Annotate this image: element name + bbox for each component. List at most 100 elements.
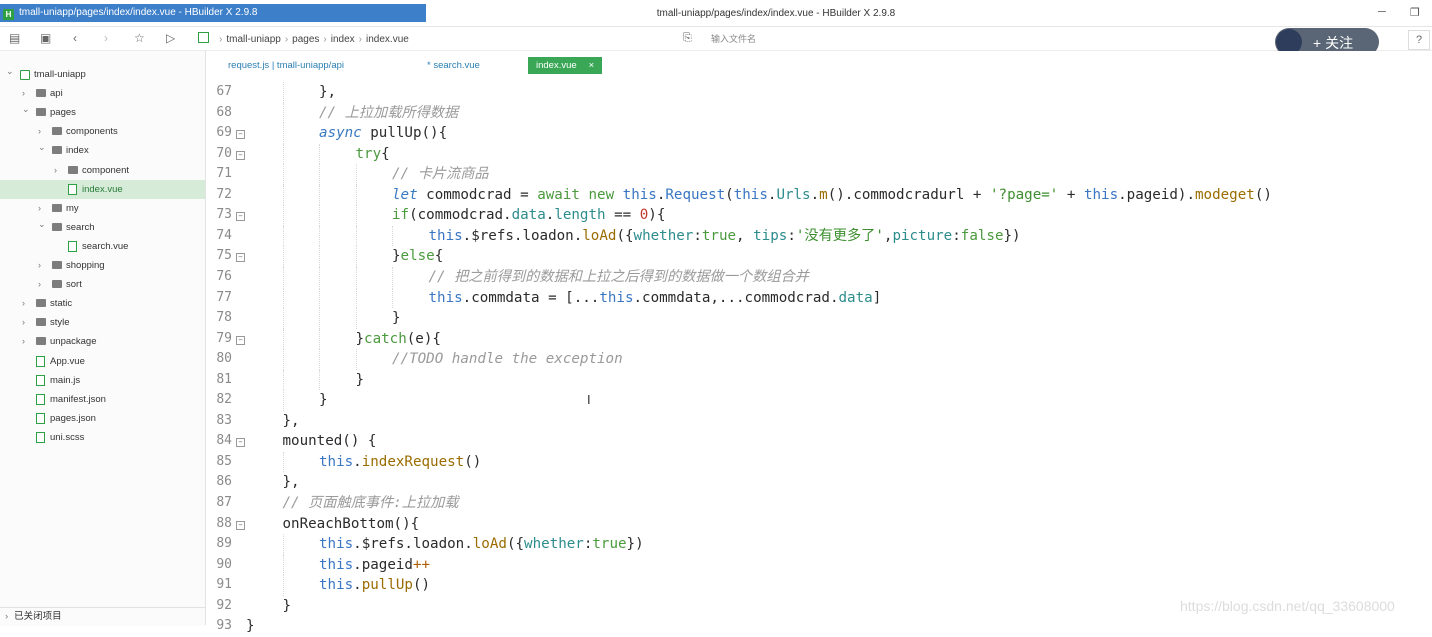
line-number: 88 [216, 515, 232, 531]
save-icon[interactable]: ▣ [40, 31, 51, 45]
tree-item-manifest-json[interactable]: manifest.json [0, 390, 205, 409]
code-line[interactable]: 69− async pullUp(){ [206, 123, 1432, 144]
tree-item-sort[interactable]: › sort [0, 275, 205, 294]
code-line[interactable]: 73− if(commodcrad.data.length == 0){ [206, 205, 1432, 226]
title-bar: Htmall-uniapp/pages/index/index.vue - HB… [0, 0, 1432, 27]
new-file-icon[interactable]: ▤ [9, 31, 20, 45]
breadcrumb: › tmall-uniapp › pages › index › index.vue [198, 32, 409, 45]
tree-item-index[interactable]: ⌄ index [0, 141, 205, 160]
forward-icon[interactable]: › [104, 31, 108, 45]
indent-guide [282, 143, 284, 165]
fold-toggle-icon[interactable]: − [236, 150, 245, 160]
code-line[interactable]: 70− try{ [206, 143, 1432, 165]
run-icon[interactable]: ▷ [166, 31, 175, 45]
breadcrumb-index[interactable]: index [331, 34, 355, 45]
line-number: 71 [216, 166, 232, 182]
chevron-down-icon[interactable]: ⌄ [38, 215, 46, 234]
chevron-right-icon[interactable]: › [38, 275, 41, 294]
fold-toggle-icon[interactable]: − [236, 253, 245, 263]
code-line[interactable]: 79−}catch(e){ [206, 328, 1432, 350]
tree-item-pages-json[interactable]: pages.json [0, 409, 205, 428]
chevron-down-icon[interactable]: ⌄ [38, 138, 46, 157]
tree-item-static[interactable]: › static [0, 294, 205, 313]
folder-icon [36, 108, 46, 117]
folder-icon [52, 222, 62, 231]
chevron-right-icon[interactable]: › [38, 256, 41, 275]
tree-item-label: components [66, 126, 118, 138]
chevron-right-icon[interactable]: › [22, 294, 25, 313]
tab-search-vue[interactable]: * search.vue [427, 57, 480, 74]
tree-item-tmall-uniapp[interactable]: ⌄ tmall-uniapp [0, 65, 205, 84]
code-line[interactable]: 88− onReachBottom(){ [206, 514, 1432, 535]
code-line[interactable]: 91 this.pullUp() [206, 575, 1432, 596]
chevron-down-icon[interactable]: ⌄ [22, 100, 30, 119]
fold-toggle-icon[interactable]: − [236, 212, 245, 222]
chevron-right-icon[interactable]: › [54, 161, 57, 180]
chevron-right-icon[interactable]: › [22, 332, 25, 351]
help-button[interactable]: ? [1408, 30, 1430, 50]
code-line[interactable]: 84− mounted() { [206, 431, 1432, 452]
star-icon[interactable]: ☆ [134, 31, 145, 45]
code-line[interactable]: 76 // 把之前得到的数据和上拉之后得到的数据做一个数组合并 [206, 266, 1432, 288]
code-line[interactable]: 80 //TODO handle the exception [206, 349, 1432, 370]
tree-item-my[interactable]: › my [0, 199, 205, 218]
tree-item-search-vue[interactable]: search.vue [0, 237, 205, 256]
tab-request-js[interactable]: request.js | tmall-uniapp/api [228, 57, 344, 74]
fold-toggle-icon[interactable]: − [236, 438, 245, 448]
fold-toggle-icon[interactable]: − [236, 520, 245, 530]
tree-item-api[interactable]: › api [0, 84, 205, 103]
code-line[interactable]: 68 // 上拉加载所得数据 [206, 102, 1432, 124]
file-icon [36, 355, 45, 367]
fold-toggle-icon[interactable]: − [236, 335, 245, 345]
code-line[interactable]: 78} [206, 308, 1432, 329]
closed-projects[interactable]: › 已关闭项目 [0, 607, 205, 626]
code-line[interactable]: 67}, [206, 82, 1432, 103]
minimize-button[interactable]: ─ [1378, 6, 1386, 18]
tree-item-label: index [66, 145, 89, 157]
tree-item-index-vue[interactable]: index.vue [0, 179, 205, 199]
code-line[interactable]: 90 this.pageid++ [206, 554, 1432, 576]
code-line[interactable]: 87 // 页面触底事件:上拉加载 [206, 493, 1432, 514]
code-line[interactable]: 74 this.$refs.loadon.loAd({whether:true, … [206, 225, 1432, 247]
breadcrumb-project[interactable]: tmall-uniapp [226, 34, 280, 45]
tree-item-style[interactable]: › style [0, 313, 205, 332]
code-text: //TODO handle the exception [392, 351, 623, 368]
tree-item-app-vue[interactable]: App.vue [0, 352, 205, 371]
indent-guide [319, 246, 320, 267]
chevron-right-icon[interactable]: › [22, 313, 25, 332]
tree-item-main-js[interactable]: main.js [0, 371, 205, 390]
code-line[interactable]: 72 let commodcrad = await new this.Reques… [206, 184, 1432, 206]
tree-item-search[interactable]: ⌄ search [0, 218, 205, 237]
code-line[interactable]: 93} [206, 616, 1432, 637]
close-tab-icon[interactable]: × [589, 60, 595, 71]
code-editor[interactable]: 67}, 68// 上拉加载所得数据 69− async pullUp(){70− tr… [206, 77, 1432, 634]
tree-item-uni-scss[interactable]: uni.scss [0, 428, 205, 447]
tree-item-components[interactable]: › components [0, 122, 205, 141]
tree-item-unpackage[interactable]: › unpackage [0, 332, 205, 351]
chevron-down-icon[interactable]: ⌄ [6, 62, 14, 81]
breadcrumb-pages[interactable]: pages [292, 34, 319, 45]
tree-item-pages[interactable]: ⌄ pages [0, 103, 205, 122]
breadcrumb-file[interactable]: index.vue [366, 34, 409, 45]
file-search-input[interactable]: 输入文件名 [711, 32, 756, 45]
code-line[interactable]: 83}, [206, 411, 1432, 432]
tree-item-label: component [82, 164, 130, 176]
code-line[interactable]: 85 this.indexRequest() [206, 451, 1432, 473]
fold-toggle-icon[interactable]: − [236, 130, 245, 140]
code-line[interactable]: 81} [206, 369, 1432, 391]
code-line[interactable]: 82} [206, 390, 1432, 411]
tree-item-component[interactable]: › component [0, 161, 205, 180]
restore-button[interactable]: ❐ [1410, 6, 1420, 19]
code-line[interactable]: 71 // 卡片流商品 [206, 164, 1432, 185]
code-line[interactable]: 77 this.commdata = [...this.commdata,...c… [206, 287, 1432, 309]
code-line[interactable]: 86}, [206, 472, 1432, 493]
toolbar: ▤ ▣ ‹ › ☆ ▷ › tmall-uniapp › pages › index › in… [0, 27, 1432, 51]
tree-item-shopping[interactable]: › shopping [0, 256, 205, 275]
code-text: } [246, 618, 255, 635]
tab-index-vue[interactable]: index.vue × [528, 57, 603, 74]
indent-guide [355, 205, 357, 226]
back-icon[interactable]: ‹ [73, 31, 77, 45]
code-line[interactable]: 75−}else{ [206, 246, 1432, 267]
code-line[interactable]: 89 this.$refs.loadon.loAd({whether:true}) [206, 534, 1432, 555]
code-text: } [282, 597, 292, 614]
